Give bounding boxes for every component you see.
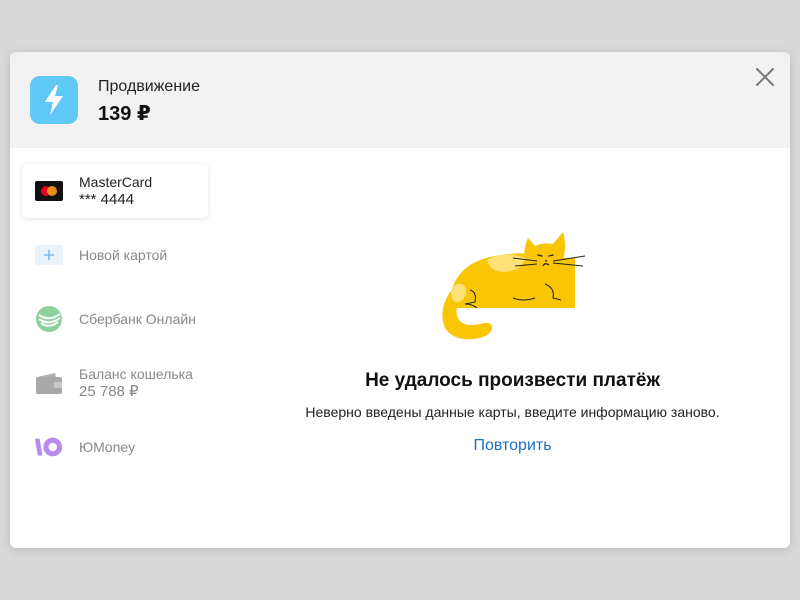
payment-method-label: Новой картой bbox=[79, 247, 168, 263]
error-description: Неверно введены данные карты, введите ин… bbox=[305, 404, 720, 420]
error-panel: Не удалось произвести платёж Неверно вве… bbox=[220, 148, 790, 548]
payment-method-mastercard[interactable]: MasterCard *** 4444 bbox=[22, 164, 208, 218]
service-title: Продвижение bbox=[98, 78, 200, 95]
dialog-header: Продвижение 139 ₽ bbox=[10, 52, 790, 148]
yumoney-icon bbox=[34, 435, 64, 459]
retry-link[interactable]: Повторить bbox=[220, 437, 790, 455]
service-icon bbox=[30, 76, 78, 124]
error-title: Не удалось произвести платёж bbox=[365, 370, 660, 391]
mastercard-icon bbox=[34, 179, 64, 203]
payment-method-new-card[interactable]: Новой картой bbox=[22, 228, 208, 282]
service-price: 139 ₽ bbox=[98, 103, 151, 125]
payment-method-yumoney[interactable]: ЮMoney bbox=[22, 420, 208, 474]
plus-icon bbox=[34, 243, 64, 267]
payment-method-label: MasterCard bbox=[79, 174, 153, 190]
sad-cat-illustration bbox=[442, 232, 586, 340]
payment-method-sberbank[interactable]: Сбербанк Онлайн bbox=[22, 292, 208, 346]
payment-dialog: Продвижение 139 ₽ MasterCard *** 4444 Но… bbox=[10, 52, 790, 548]
wallet-icon bbox=[34, 371, 64, 395]
payment-method-label: Баланс кошелька bbox=[79, 366, 193, 382]
payment-method-sub: 25 788 ₽ bbox=[79, 383, 139, 400]
close-button[interactable] bbox=[754, 66, 776, 88]
sberbank-icon bbox=[34, 306, 64, 332]
payment-method-sub: *** 4444 bbox=[79, 191, 135, 208]
payment-method-label: ЮMoney bbox=[79, 439, 136, 455]
payment-method-wallet[interactable]: Баланс кошелька 25 788 ₽ bbox=[22, 356, 208, 410]
lightning-icon bbox=[45, 85, 63, 115]
payment-method-label: Сбербанк Онлайн bbox=[79, 311, 196, 327]
close-icon bbox=[756, 68, 774, 86]
payment-methods-list: MasterCard *** 4444 Новой картой Сбербан… bbox=[22, 164, 220, 484]
